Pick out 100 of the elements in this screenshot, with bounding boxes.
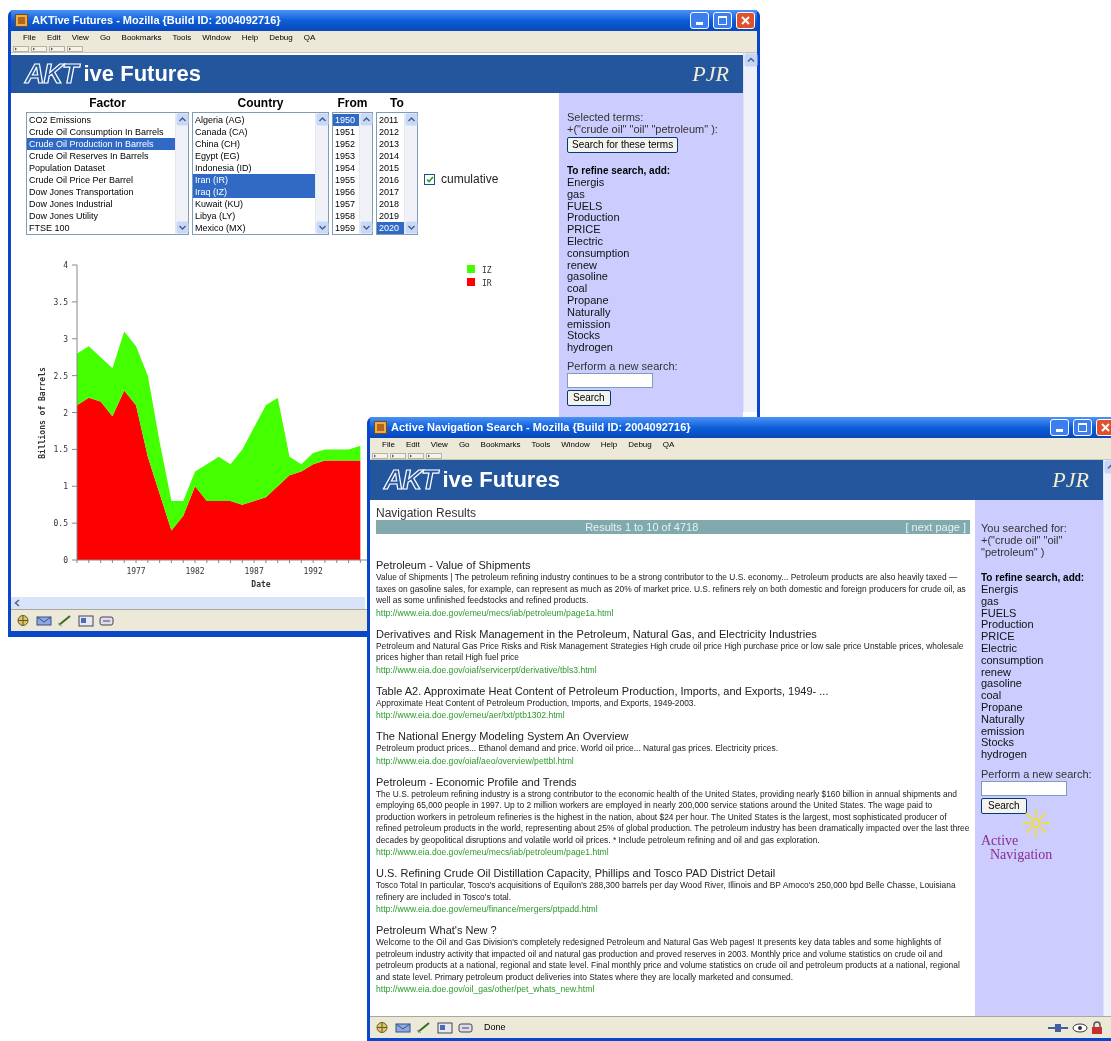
result-url[interactable]: http://www.eia.doe.gov/emeu/aer/txt/ptb1302.html (376, 709, 970, 721)
list-option[interactable]: Dow Jones Transportation (27, 186, 175, 198)
list-option[interactable]: Indonesia (ID) (193, 162, 315, 174)
list-option[interactable]: 2019 (377, 210, 404, 222)
menu-item[interactable]: File (23, 34, 36, 42)
horizontal-scrollbar[interactable] (11, 597, 365, 609)
maximize-button[interactable] (713, 12, 732, 29)
refine-term[interactable]: emission (567, 318, 630, 331)
list-option[interactable]: 2016 (377, 174, 404, 186)
refine-term[interactable]: coal (981, 690, 1044, 702)
list-option[interactable]: Canada (CA) (193, 126, 315, 138)
refine-term[interactable]: Production (567, 212, 630, 225)
list-option[interactable]: Crude Oil Reserves In Barrels (27, 150, 175, 162)
list-option[interactable]: Population Dataset (27, 162, 175, 174)
refine-term[interactable]: Propane (567, 294, 630, 307)
search-field[interactable] (981, 780, 1067, 796)
maximize-button[interactable] (1073, 419, 1092, 436)
list-option[interactable]: 1952 (333, 138, 359, 150)
refine-term[interactable]: Electric (567, 236, 630, 248)
list-option[interactable]: 1958 (333, 210, 359, 222)
menu-item[interactable]: QA (303, 34, 316, 42)
menu-item[interactable]: QA (662, 441, 675, 449)
list-option[interactable]: Egypt (EG) (193, 150, 315, 162)
refine-term[interactable]: Energis (567, 177, 630, 189)
result-url[interactable]: http://www.eia.doe.gov/emeu/finance/mergers/ptpadd.html (376, 903, 970, 915)
list-box[interactable] (26, 112, 189, 235)
search-button[interactable]: Search (981, 797, 1027, 814)
search-terms-button[interactable]: Search for these terms (567, 137, 679, 153)
refine-term[interactable]: consumption (567, 247, 630, 260)
result-title[interactable]: Petroleum - Value of Shipments (376, 559, 970, 572)
list-option[interactable]: 2012 (377, 126, 404, 138)
refine-term[interactable]: Stocks (567, 330, 630, 343)
list-option[interactable]: 1959 (333, 222, 359, 234)
list-box[interactable]: Algeria (AG) Canada (CA) China (CH) Egypt (EG) Indonesia (ID) Iran (IR) Iraq (IZ) Kuwait (KU) Libya (LY) Mexico (MX) (192, 112, 329, 235)
checkbox[interactable] (424, 173, 435, 185)
scrollbar[interactable] (743, 53, 757, 412)
refine-term[interactable]: gas (981, 595, 1044, 608)
scrollbar[interactable] (175, 113, 188, 234)
refine-term[interactable]: renew (567, 259, 630, 272)
list-option[interactable]: Dow Jones Utility (27, 210, 175, 222)
refine-term[interactable]: hydrogen (567, 342, 630, 354)
list-option[interactable]: 1956 (333, 186, 359, 198)
result-url[interactable]: http://www.eia.doe.gov/oiaf/servicerpt/derivative/tbls3.html (376, 663, 970, 676)
refine-term[interactable]: gas (567, 188, 630, 201)
result-title[interactable]: U.S. Refining Crude Oil Distillation Capacity, Phillips and Tosco PAD District Detail (376, 867, 970, 880)
menu-item[interactable]: View (430, 441, 448, 449)
list-option[interactable]: China (CH) (193, 138, 315, 150)
list-box[interactable]: 1950 1951 1952 1953 1954 1955 1956 1957 1958 1959 (332, 112, 373, 235)
menu-item[interactable]: Edit (46, 34, 61, 42)
result-url[interactable]: http://www.eia.doe.gov/oiaf/aeo/overview/pettbl.html (376, 754, 970, 767)
menu-item[interactable]: Bookmarks (480, 441, 521, 449)
refine-term[interactable]: renew (981, 666, 1044, 679)
refine-term[interactable]: PRICE (567, 224, 630, 236)
list-option[interactable]: 2011 (377, 114, 404, 126)
list-option[interactable]: 2015 (377, 162, 404, 174)
refine-term[interactable]: Propane (981, 701, 1044, 714)
menu-item[interactable]: Window (561, 441, 590, 449)
list-option[interactable]: FTSE 100 (27, 222, 175, 234)
result-title[interactable]: Petroleum - Economic Profile and Trends (376, 775, 970, 789)
menu-item[interactable]: Tools (531, 441, 551, 449)
list-option[interactable]: Iraq (IZ) (193, 186, 315, 198)
list-option[interactable]: 2020 (377, 222, 404, 234)
menu-item[interactable]: Bookmarks (121, 34, 162, 42)
refine-term[interactable]: Energis (981, 584, 1044, 596)
menu-item[interactable]: Go (458, 441, 470, 449)
list-option[interactable]: Iran (IR) (193, 174, 315, 186)
scrollbar[interactable] (404, 113, 417, 234)
menu-item[interactable]: Tools (172, 34, 192, 42)
list-option[interactable]: 1953 (333, 150, 359, 162)
minimize-button[interactable] (1050, 419, 1069, 436)
search-field[interactable] (567, 372, 653, 388)
list-option[interactable]: Kuwait (KU) (193, 198, 315, 210)
refine-term[interactable]: Stocks (981, 737, 1044, 750)
list-option[interactable]: Crude Oil Price Per Barrel (27, 174, 175, 186)
list-option[interactable]: 1950 (333, 114, 359, 126)
close-button[interactable] (736, 12, 755, 29)
list-option[interactable]: 2013 (377, 138, 404, 150)
list-option[interactable]: CO2 Emissions (27, 114, 175, 126)
list-option[interactable]: 1955 (333, 174, 359, 186)
refine-term[interactable]: emission (981, 725, 1044, 738)
list-option[interactable]: 2018 (377, 198, 404, 210)
refine-term[interactable]: PRICE (981, 631, 1044, 643)
refine-term[interactable]: coal (567, 283, 630, 295)
list-option[interactable]: 1957 (333, 198, 359, 210)
scrollbar[interactable] (315, 113, 328, 234)
menu-item[interactable]: Help (241, 34, 259, 42)
list-box[interactable]: 2011 2012 2013 2014 2015 2016 2017 2018 2019 2020 (376, 112, 418, 235)
result-url[interactable]: http://www.eia.doe.gov/emeu/mecs/iab/petroleum/page1.html (376, 846, 970, 858)
list-option[interactable]: Dow Jones Industrial (27, 198, 175, 210)
result-title[interactable]: Table A2. Approximate Heat Content of Petroleum Production, Imports, and Exports, 1949- ... (376, 684, 970, 698)
list-option[interactable]: Mexico (MX) (193, 222, 315, 234)
result-url[interactable]: http://www.eia.doe.gov/emeu/mecs/iab/petroleum/page1a.html (376, 606, 970, 619)
refine-term[interactable]: Production (981, 619, 1044, 632)
refine-term[interactable]: Naturally (981, 713, 1044, 726)
list-option[interactable]: Libya (LY) (193, 210, 315, 222)
menu-item[interactable]: Window (202, 34, 231, 42)
menu-item[interactable]: File (382, 441, 395, 449)
refine-term[interactable]: consumption (981, 654, 1044, 667)
minimize-button[interactable] (690, 12, 709, 29)
search-button[interactable]: Search (567, 389, 611, 406)
